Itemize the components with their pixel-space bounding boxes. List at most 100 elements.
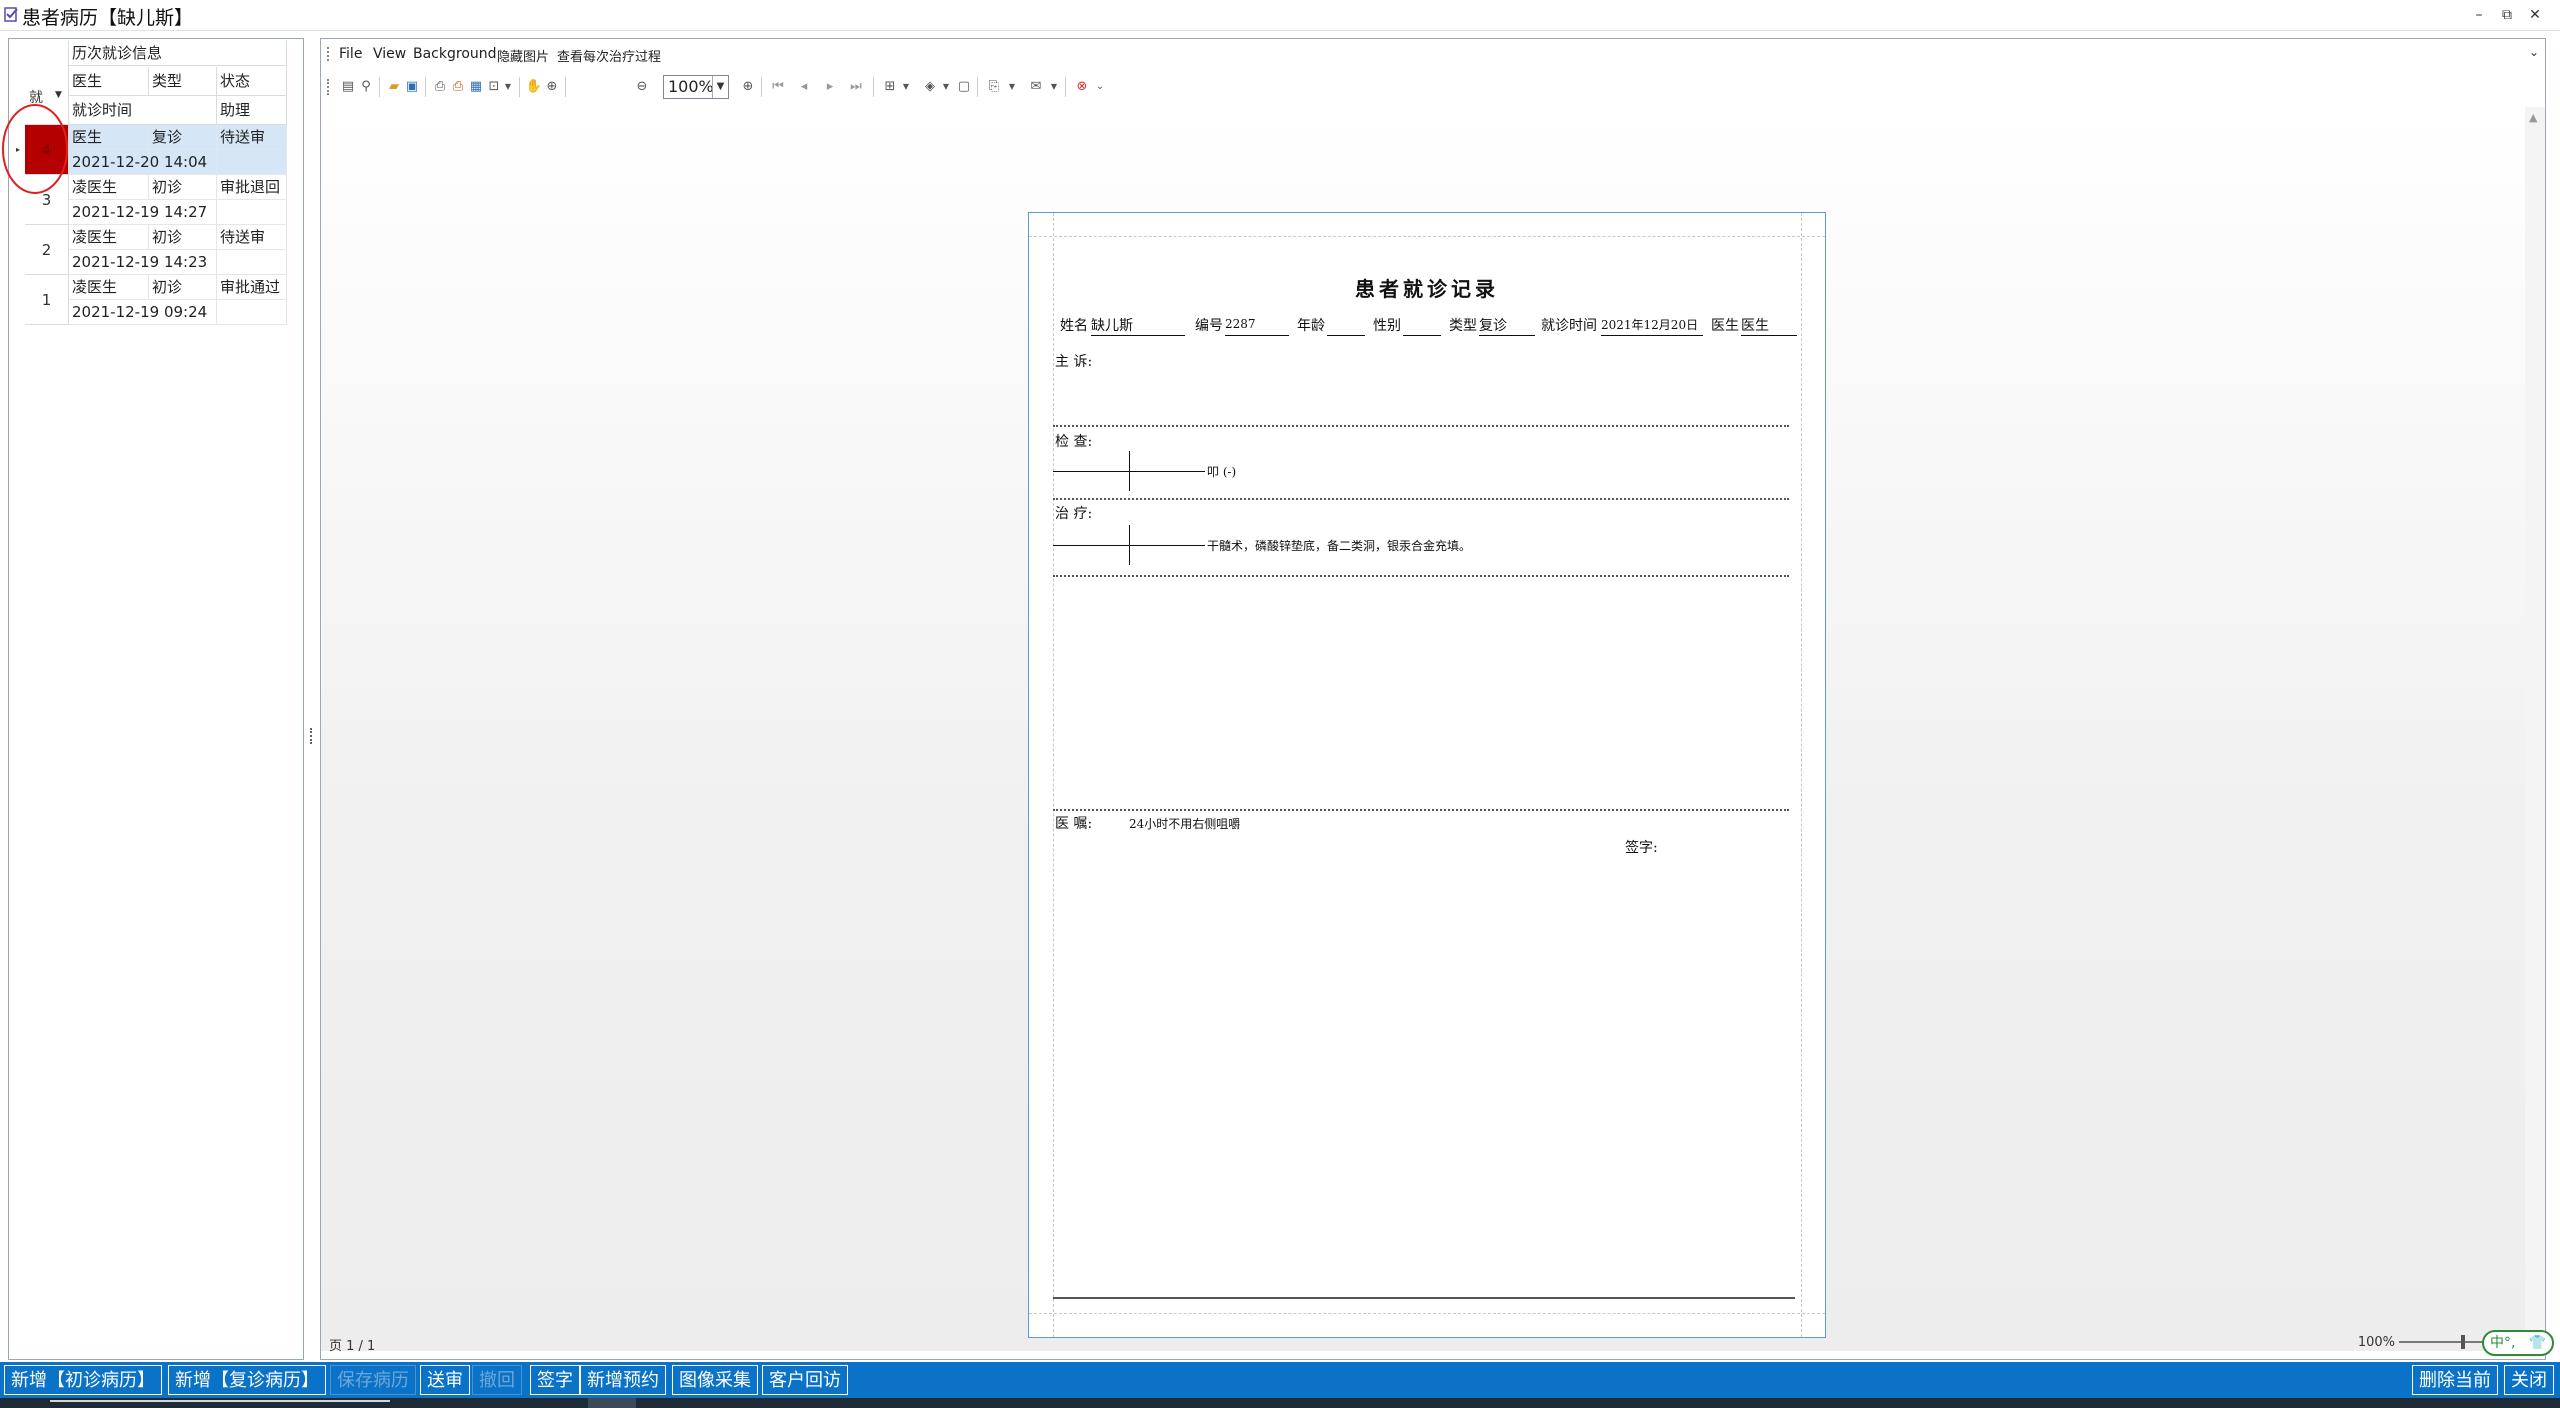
col-header-assistant[interactable]: 助理 <box>217 96 287 125</box>
open-icon[interactable]: ▰ <box>385 78 403 96</box>
watermark-icon[interactable]: ▢ <box>955 78 973 96</box>
taskbar-item[interactable] <box>588 1398 636 1408</box>
treatment-text: 干髓术，磷酸锌垫底，备二类洞，银汞合金充填。 <box>1207 539 1472 553</box>
close-button[interactable]: 关闭 <box>2504 1365 2554 1395</box>
menu-view-treatment-process[interactable]: 查看每次治疗过程 <box>557 46 661 65</box>
age-label: 年龄 <box>1297 318 1325 334</box>
sign-button[interactable]: 签字 <box>530 1365 580 1395</box>
report-page: 患者就诊记录 姓名 缺儿斯 编号 2287 年龄 性别 类型 复诊 就诊时间 2… <box>1028 212 1826 1338</box>
zoom-out-icon[interactable]: ⊖ <box>633 78 651 96</box>
cell-assistant <box>217 300 287 325</box>
close-window-button[interactable]: ✕ <box>2524 4 2546 26</box>
doctor-label: 医生 <box>1711 318 1739 334</box>
menu-background[interactable]: Background <box>413 46 497 62</box>
hand-tool-icon[interactable]: ✋ <box>525 78 543 96</box>
margin-guide <box>1029 1313 1825 1314</box>
scroll-up-icon[interactable]: ▲ <box>2529 111 2537 124</box>
new-followup-record-button[interactable]: 新增【复诊病历】 <box>168 1365 326 1395</box>
tooth-chart-line <box>1129 451 1130 491</box>
email-dropdown-icon[interactable]: ▼ <box>1045 78 1063 96</box>
document-map-icon[interactable]: ▤ <box>339 78 357 96</box>
previous-page-icon[interactable]: ◂ <box>795 78 813 96</box>
export-icon[interactable]: ⎘ <box>985 78 1003 96</box>
document-title: 患者就诊记录 <box>1355 277 1499 301</box>
cell-type: 复诊 <box>149 125 217 150</box>
report-toolbar: ▤ ⚲ ▰ ▣ ⎙ ⎙ ▦ ⊡ ▼ ✋ ⊕ ⊖ 100% ▼ ⊕ ⏮ ◂ ▸ ⏭… <box>321 71 2545 103</box>
panel-splitter[interactable] <box>307 38 317 1360</box>
menu-view[interactable]: View <box>373 46 406 62</box>
footer-rule <box>1053 1297 1795 1299</box>
name-value: 缺儿斯 <box>1091 318 1133 334</box>
new-initial-record-button[interactable]: 新增【初诊病历】 <box>4 1365 162 1395</box>
new-appointment-button[interactable]: 新增预约 <box>580 1365 666 1395</box>
cell-assistant <box>217 200 287 225</box>
action-bar: 新增【初诊病历】 新增【复诊病历】 保存病历 送审 撤回 签字 新增预约 图像采… <box>0 1362 2560 1398</box>
zoom-select[interactable]: 100% ▼ <box>663 75 729 99</box>
cell-status: 待送审 <box>217 225 287 250</box>
col-header-doctor[interactable]: 医生 <box>69 67 149 96</box>
document-canvas[interactable]: 患者就诊记录 姓名 缺儿斯 编号 2287 年龄 性别 类型 复诊 就诊时间 2… <box>321 107 2525 1351</box>
title-bar: 患者病历【缺儿斯】 – ⧉ ✕ <box>0 0 2560 31</box>
cell-doctor: 凌医生 <box>69 225 149 250</box>
cell-visit-time: 2021-12-19 14:23 <box>69 250 217 275</box>
customer-callback-button[interactable]: 客户回访 <box>762 1365 848 1395</box>
restore-button[interactable]: ⧉ <box>2496 4 2518 26</box>
col-header-type[interactable]: 类型 <box>149 67 217 96</box>
menu-bar: File View Background 隐藏图片 查看每次治疗过程 ⌄ <box>321 39 2545 69</box>
tooth-chart-line <box>1129 525 1130 565</box>
cell-type: 初诊 <box>149 225 217 250</box>
toolbar-separator <box>425 77 426 97</box>
save-record-button[interactable]: 保存病历 <box>330 1365 416 1395</box>
col-header-status[interactable]: 状态 <box>217 67 287 96</box>
cell-visit-time: 2021-12-19 09:24 <box>69 300 217 325</box>
print-icon[interactable]: ⎙ <box>431 78 449 96</box>
id-value: 2287 <box>1225 317 1256 331</box>
row-number: 1 <box>25 275 69 325</box>
toolbar-separator <box>519 77 520 97</box>
toolbar-separator <box>565 77 566 97</box>
age-underline <box>1327 335 1365 336</box>
last-page-icon[interactable]: ⏭ <box>847 78 865 96</box>
email-icon[interactable]: ✉ <box>1027 78 1045 96</box>
next-page-icon[interactable]: ▸ <box>821 78 839 96</box>
multiple-pages-dropdown-icon[interactable]: ▼ <box>897 78 915 96</box>
scale-dropdown-icon[interactable]: ▼ <box>499 78 517 96</box>
zoom-dropdown-icon[interactable]: ▼ <box>712 76 728 98</box>
page-setup-icon[interactable]: ▦ <box>467 78 485 96</box>
doctor-underline <box>1741 335 1797 336</box>
splitter-grip-icon <box>310 728 313 744</box>
sort-down-icon: ▼ <box>55 90 62 100</box>
zoom-status: 100% <box>2357 1335 2395 1350</box>
close-preview-icon[interactable]: ⊗ <box>1073 78 1091 96</box>
image-capture-button[interactable]: 图像采集 <box>672 1365 758 1395</box>
menu-hide-images[interactable]: 隐藏图片 <box>497 46 549 65</box>
magnifier-icon[interactable]: ⊕ <box>543 78 561 96</box>
col-header-visit-time[interactable]: 就诊时间 <box>69 96 217 125</box>
advice-text: 24小时不用右侧咀嚼 <box>1129 817 1241 831</box>
fill-dropdown-icon[interactable]: ▼ <box>937 78 955 96</box>
exam-label: 检 查: <box>1055 434 1093 450</box>
cell-status: 审批通过 <box>217 275 287 300</box>
zoom-value: 100% <box>668 77 714 96</box>
ime-indicator[interactable]: 中°, 👕 <box>2482 1330 2554 1356</box>
submit-review-button[interactable]: 送审 <box>420 1365 470 1395</box>
toolbar-grip-icon <box>327 79 329 95</box>
quick-print-icon[interactable]: ⎙ <box>449 78 467 96</box>
menu-chevron-down-icon[interactable]: ⌄ <box>2529 45 2539 59</box>
zoom-in-icon[interactable]: ⊕ <box>739 78 757 96</box>
find-icon[interactable]: ⚲ <box>357 78 375 96</box>
toolbar-separator <box>977 77 978 97</box>
section-divider <box>1053 425 1789 427</box>
save-icon[interactable]: ▣ <box>403 78 421 96</box>
first-page-icon[interactable]: ⏮ <box>769 78 787 96</box>
vertical-scrollbar[interactable]: ▲ ▼ <box>2525 107 2545 1351</box>
minimize-button[interactable]: – <box>2468 4 2490 26</box>
shirt-icon: 👕 <box>2528 1335 2546 1351</box>
menu-file[interactable]: File <box>339 46 362 62</box>
export-dropdown-icon[interactable]: ▼ <box>1003 78 1021 96</box>
close-dropdown-icon[interactable]: ⌄ <box>1091 78 1109 96</box>
zoom-slider-knob[interactable] <box>2461 1335 2465 1349</box>
visit-time-value: 2021年12月20日 <box>1601 318 1699 332</box>
delete-current-button[interactable]: 删除当前 <box>2412 1365 2498 1395</box>
revoke-button[interactable]: 撤回 <box>472 1365 522 1395</box>
